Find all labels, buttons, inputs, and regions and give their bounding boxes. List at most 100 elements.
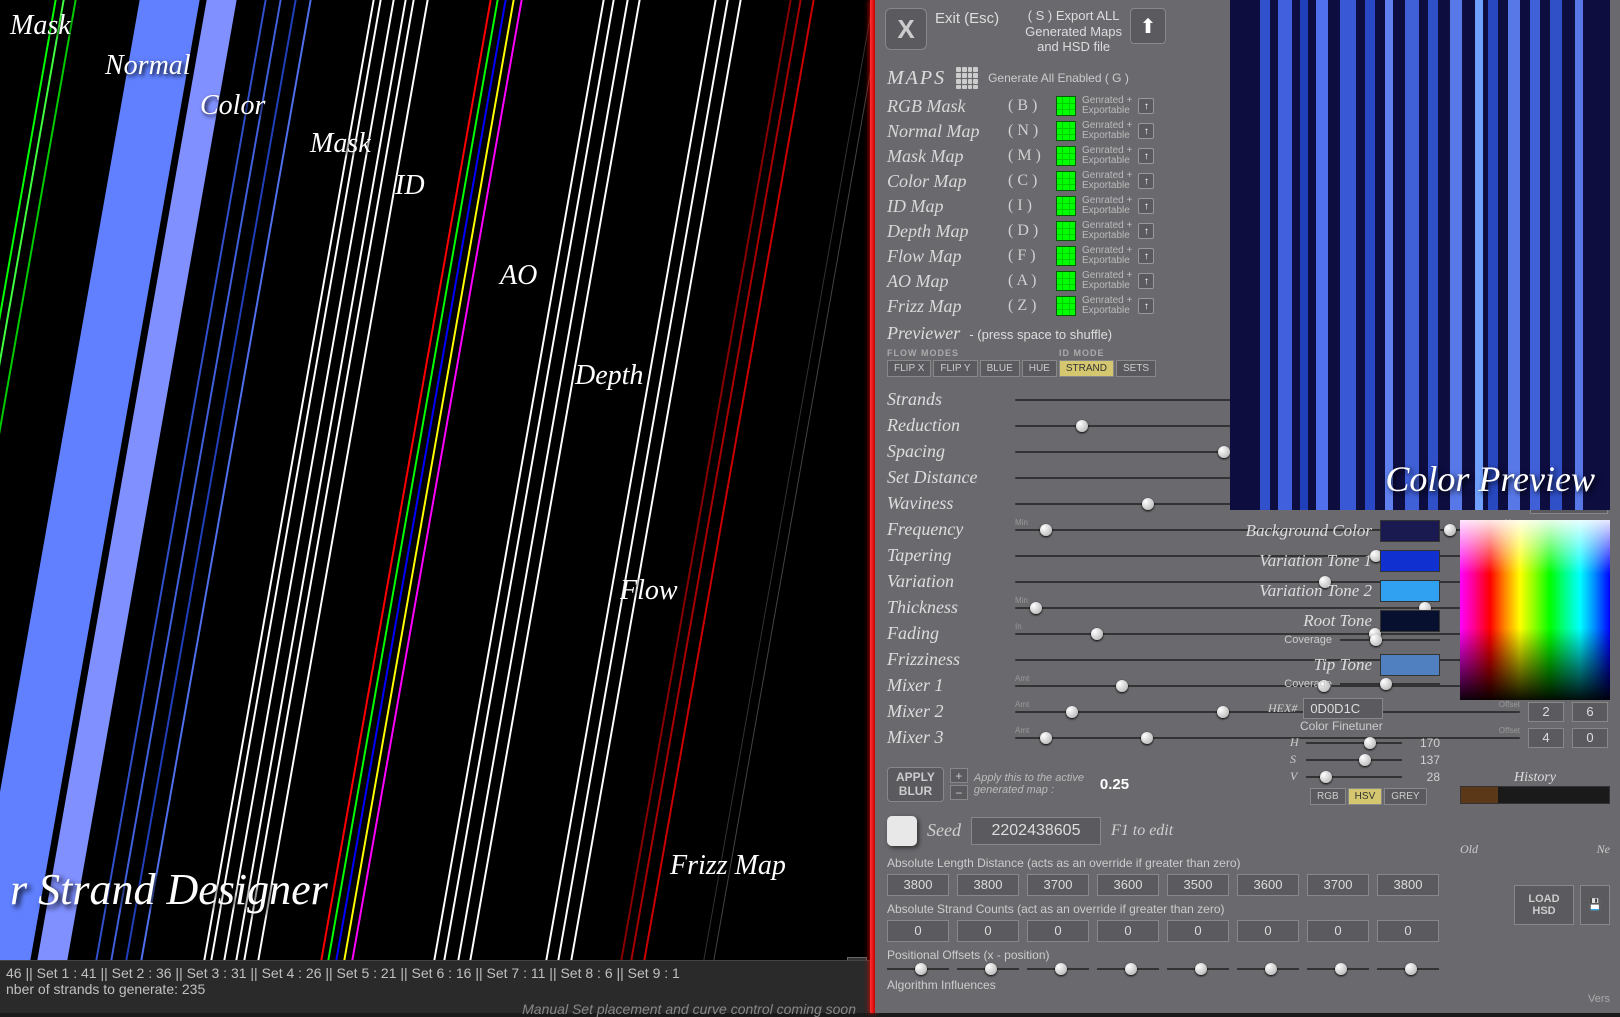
dice-icon[interactable] xyxy=(887,816,917,846)
map-export-icon[interactable]: ↑ xyxy=(1138,123,1154,139)
bg-color-swatch[interactable] xyxy=(1380,520,1440,542)
abs-length-5[interactable]: 3600 xyxy=(1237,874,1299,896)
space-hsv[interactable]: HSV xyxy=(1348,788,1383,805)
map-enabled-icon[interactable] xyxy=(1056,171,1076,191)
close-button[interactable]: X xyxy=(885,8,927,50)
map-enabled-icon[interactable] xyxy=(1056,246,1076,266)
map-name: Mask Map xyxy=(887,146,1002,167)
map-enabled-icon[interactable] xyxy=(1056,121,1076,141)
grid-icon[interactable] xyxy=(956,67,978,89)
pos-offsets-label: Positional Offsets (x - position) xyxy=(875,944,1620,964)
version-label: Vers xyxy=(1588,993,1610,1005)
abs-length-2[interactable]: 3700 xyxy=(1027,874,1089,896)
load-hsd-button[interactable]: LOADHSD xyxy=(1514,885,1574,925)
root-coverage-slider[interactable] xyxy=(1340,639,1440,641)
generate-all-label[interactable]: Generate All Enabled ( G ) xyxy=(988,71,1129,85)
pos-offset-slider-6[interactable] xyxy=(1307,968,1369,970)
map-status: Genrated +Exportable xyxy=(1082,271,1132,291)
map-status: Genrated +Exportable xyxy=(1082,221,1132,241)
map-hotkey: ( I ) xyxy=(1008,197,1050,215)
map-export-icon[interactable]: ↑ xyxy=(1138,98,1154,114)
var1-swatch[interactable] xyxy=(1380,550,1440,572)
map-hotkey: ( A ) xyxy=(1008,272,1050,290)
map-label-normal: Normal xyxy=(105,50,191,82)
abs-length-7[interactable]: 3800 xyxy=(1377,874,1439,896)
pos-offset-slider-5[interactable] xyxy=(1237,968,1299,970)
save-button[interactable]: 💾 xyxy=(1580,885,1610,925)
map-enabled-icon[interactable] xyxy=(1056,221,1076,241)
map-label-depth: Depth xyxy=(575,360,643,392)
map-export-icon[interactable]: ↑ xyxy=(1138,248,1154,264)
s-slider[interactable] xyxy=(1306,759,1402,761)
abs-length-3[interactable]: 3600 xyxy=(1097,874,1159,896)
map-hotkey: ( B ) xyxy=(1008,97,1050,115)
pos-offset-slider-7[interactable] xyxy=(1377,968,1439,970)
mode-flip-y[interactable]: FLIP Y xyxy=(933,360,977,377)
export-button[interactable]: ⬆ xyxy=(1130,8,1166,44)
map-export-icon[interactable]: ↑ xyxy=(1138,148,1154,164)
root-swatch[interactable] xyxy=(1380,610,1440,632)
mode-blue[interactable]: BLUE xyxy=(980,360,1020,377)
mode-flip-x[interactable]: FLIP X xyxy=(887,360,931,377)
hex-input[interactable]: 0D0D1C xyxy=(1303,698,1383,719)
pos-offset-slider-4[interactable] xyxy=(1167,968,1229,970)
abs-count-3[interactable]: 0 xyxy=(1097,920,1159,942)
abs-length-4[interactable]: 3500 xyxy=(1167,874,1229,896)
space-grey[interactable]: GREY xyxy=(1384,788,1426,805)
map-enabled-icon[interactable] xyxy=(1056,96,1076,116)
abs-count-0[interactable]: 0 xyxy=(887,920,949,942)
space-rgb[interactable]: RGB xyxy=(1310,788,1346,805)
map-hotkey: ( F ) xyxy=(1008,247,1050,265)
tip-label: Tip Tone xyxy=(1314,655,1372,675)
main-viewport[interactable]: Mask Normal Color Mask ID AO Depth Flow … xyxy=(0,0,870,960)
v-label: V xyxy=(1290,769,1300,784)
map-export-icon[interactable]: ↑ xyxy=(1138,173,1154,189)
pos-offset-slider-0[interactable] xyxy=(887,968,949,970)
tip-coverage-slider[interactable] xyxy=(1340,683,1440,685)
h-slider[interactable] xyxy=(1306,742,1402,744)
abs-count-1[interactable]: 0 xyxy=(957,920,1019,942)
map-enabled-icon[interactable] xyxy=(1056,196,1076,216)
pos-offset-slider-1[interactable] xyxy=(957,968,1019,970)
seed-hint: F1 to edit xyxy=(1111,822,1173,840)
v-slider[interactable] xyxy=(1306,776,1402,778)
apply-blur-button[interactable]: APPLYBLUR xyxy=(887,767,944,802)
abs-count-2[interactable]: 0 xyxy=(1027,920,1089,942)
mode-strand[interactable]: STRAND xyxy=(1059,360,1114,377)
map-enabled-icon[interactable] xyxy=(1056,296,1076,316)
abs-count-7[interactable]: 0 xyxy=(1377,920,1439,942)
abs-length-0[interactable]: 3800 xyxy=(887,874,949,896)
preview-label: Color Preview xyxy=(1385,458,1595,500)
abs-count-5[interactable]: 0 xyxy=(1237,920,1299,942)
pos-offset-slider-3[interactable] xyxy=(1097,968,1159,970)
mode-hue[interactable]: HUE xyxy=(1022,360,1057,377)
blur-minus-button[interactable]: − xyxy=(950,785,968,800)
pos-offset-slider-2[interactable] xyxy=(1027,968,1089,970)
color-picker[interactable] xyxy=(1460,520,1610,700)
s-value: 137 xyxy=(1408,753,1440,767)
seed-input[interactable]: 2202438605 xyxy=(971,817,1101,845)
map-export-icon[interactable]: ↑ xyxy=(1138,223,1154,239)
map-enabled-icon[interactable] xyxy=(1056,271,1076,291)
maps-heading: MAPS xyxy=(887,67,946,90)
map-export-icon[interactable]: ↑ xyxy=(1138,298,1154,314)
history-old: Old xyxy=(1460,842,1478,857)
var2-swatch[interactable] xyxy=(1380,580,1440,602)
map-name: Depth Map xyxy=(887,221,1002,242)
map-export-icon[interactable]: ↑ xyxy=(1138,198,1154,214)
blur-plus-button[interactable]: + xyxy=(950,768,968,783)
id-mode-header: ID MODE xyxy=(1059,348,1105,358)
abs-count-6[interactable]: 0 xyxy=(1307,920,1369,942)
abs-length-1[interactable]: 3800 xyxy=(957,874,1019,896)
h-label: H xyxy=(1290,735,1300,750)
map-name: Frizz Map xyxy=(887,296,1002,317)
status-total: nber of strands to generate: 235 xyxy=(6,981,864,997)
finetune-title: Color Finetuner xyxy=(1300,719,1440,733)
map-enabled-icon[interactable] xyxy=(1056,146,1076,166)
tip-swatch[interactable] xyxy=(1380,654,1440,676)
map-export-icon[interactable]: ↑ xyxy=(1138,273,1154,289)
mode-sets[interactable]: SETS xyxy=(1116,360,1156,377)
history-strip[interactable] xyxy=(1460,786,1610,804)
abs-count-4[interactable]: 0 xyxy=(1167,920,1229,942)
abs-length-6[interactable]: 3700 xyxy=(1307,874,1369,896)
